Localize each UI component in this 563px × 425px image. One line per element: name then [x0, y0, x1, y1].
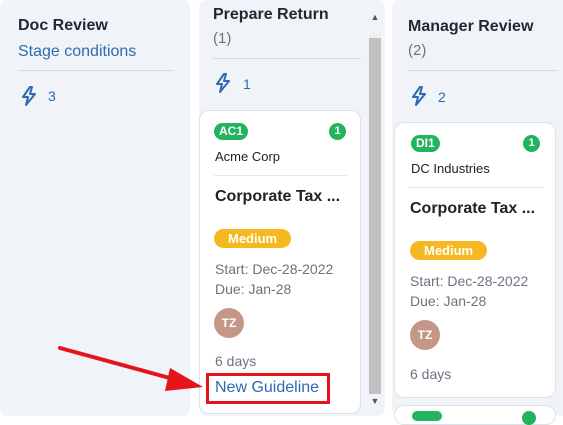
- automation-count: 1: [243, 76, 251, 92]
- scroll-up-icon[interactable]: ▲: [369, 12, 381, 22]
- count-badge: 1: [523, 135, 540, 152]
- divider: [409, 187, 543, 188]
- stage-conditions-link[interactable]: Stage conditions: [18, 43, 136, 61]
- column-title: Doc Review: [18, 17, 108, 34]
- task-card[interactable]: AC1 1 Acme Corp Corporate Tax ... Medium…: [199, 110, 361, 414]
- avatar[interactable]: TZ: [410, 320, 440, 350]
- scroll-down-icon[interactable]: ▼: [369, 396, 381, 406]
- client-name: Acme Corp: [215, 149, 281, 164]
- red-arrow-icon: [58, 346, 203, 391]
- task-title[interactable]: Corporate Tax ...: [215, 188, 350, 206]
- avatar[interactable]: TZ: [214, 308, 244, 338]
- task-card[interactable]: DI1 1 DC Industries Corporate Tax ... Me…: [394, 122, 556, 398]
- task-dates: Start: Dec-28-2022 Due: Jan-28: [215, 259, 333, 299]
- divider: [18, 70, 174, 71]
- start-date: Start: Dec-28-2022: [215, 261, 334, 277]
- client-code-badge: DI1: [411, 135, 440, 152]
- highlight-box: [206, 373, 330, 404]
- column-scrollbar[interactable]: ▲ ▼: [367, 8, 383, 408]
- automation-count: 3: [48, 88, 56, 104]
- client-code-badge: AC1: [214, 123, 249, 140]
- column-card-count: (1): [213, 30, 232, 47]
- column-title: Manager Review: [408, 18, 534, 35]
- count-badge: 1: [329, 123, 346, 140]
- task-dates: Start: Dec-28-2022 Due: Jan-28: [410, 271, 528, 311]
- task-title[interactable]: Corporate Tax ...: [410, 200, 545, 218]
- client-name: DC Industries: [411, 161, 490, 176]
- start-date: Start: Dec-28-2022: [410, 273, 529, 289]
- task-card-partial[interactable]: [394, 405, 556, 425]
- due-date: Due: Jan-28: [410, 293, 487, 309]
- lightning-bolt-icon[interactable]: [214, 73, 232, 93]
- priority-badge: Medium: [214, 229, 292, 248]
- days-elapsed: 6 days: [410, 366, 452, 382]
- due-date: Due: Jan-28: [215, 281, 292, 297]
- days-elapsed: 6 days: [215, 353, 257, 369]
- automation-count: 2: [438, 89, 446, 105]
- client-code-badge: [412, 411, 442, 421]
- divider: [213, 58, 361, 59]
- divider: [214, 175, 347, 176]
- column-title: Prepare Return: [213, 6, 329, 23]
- column-card-count: (2): [408, 42, 427, 59]
- lightning-bolt-icon[interactable]: [410, 86, 428, 106]
- count-badge: [522, 411, 536, 425]
- divider: [408, 70, 558, 71]
- priority-badge: Medium: [410, 241, 488, 260]
- scroll-thumb[interactable]: [369, 38, 381, 394]
- lightning-bolt-icon[interactable]: [20, 86, 38, 106]
